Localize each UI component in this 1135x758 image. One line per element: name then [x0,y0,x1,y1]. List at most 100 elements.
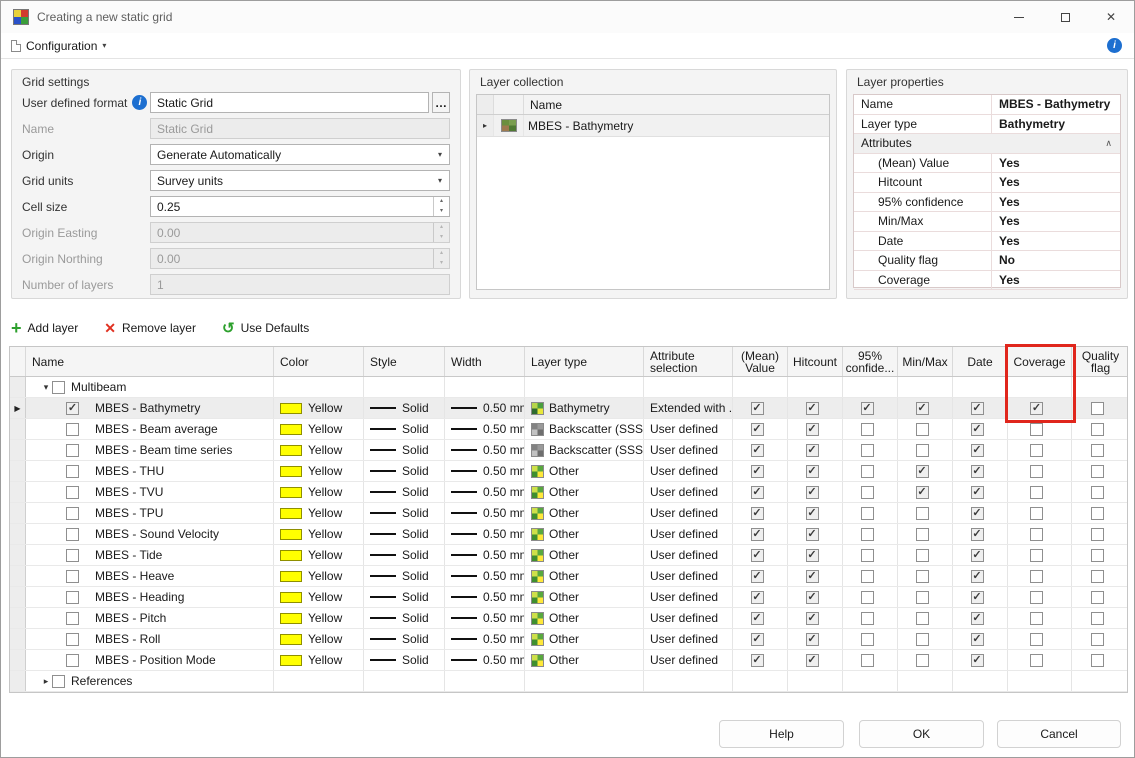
coverage-checkbox-cell[interactable] [1008,482,1072,502]
hitcount-checkbox-cell[interactable] [788,398,843,418]
width-cell[interactable]: 0.50 mm [445,545,525,565]
mean-value-checkbox-cell[interactable] [733,608,788,628]
style-cell[interactable]: Solid [364,482,445,502]
width-cell[interactable]: 0.50 mm [445,629,525,649]
hitcount-checkbox[interactable] [806,465,819,478]
table-row[interactable]: MBES - Tide Yellow Solid 0.50 mm Other U… [10,545,1127,566]
layer-collection-row[interactable]: ▸ MBES - Bathymetry [477,115,829,137]
width-cell[interactable]: 0.50 mm [445,398,525,418]
attribute-selection-cell[interactable]: User defined [644,482,733,502]
min-max-checkbox-cell[interactable] [898,461,953,481]
min-max-checkbox[interactable] [916,423,929,436]
column-header-style[interactable]: Style [364,347,445,376]
mean-value-checkbox[interactable] [751,465,764,478]
layer-type-cell[interactable]: Other [525,608,644,628]
mean-value-checkbox[interactable] [751,654,764,667]
date-checkbox[interactable] [971,612,984,625]
date-checkbox-cell[interactable] [953,419,1008,439]
confidence-checkbox[interactable] [861,423,874,436]
table-row[interactable]: MBES - TVU Yellow Solid 0.50 mm Other Us… [10,482,1127,503]
confidence-checkbox-cell[interactable] [843,524,898,544]
layer-enabled-checkbox[interactable] [66,591,79,604]
min-max-checkbox[interactable] [916,549,929,562]
hitcount-checkbox-cell[interactable] [788,650,843,670]
table-row[interactable]: MBES - THU Yellow Solid 0.50 mm Other Us… [10,461,1127,482]
attributes-section-header[interactable]: Attributes ∧ [854,134,1120,154]
layer-enabled-checkbox[interactable] [66,402,79,415]
quality-flag-checkbox-cell[interactable] [1072,545,1129,565]
column-header-attribute-selection[interactable]: Attribute selection [644,347,733,376]
mean-value-checkbox[interactable] [751,486,764,499]
hitcount-checkbox-cell[interactable] [788,461,843,481]
min-max-checkbox-cell[interactable] [898,629,953,649]
date-checkbox[interactable] [971,654,984,667]
date-checkbox-cell[interactable] [953,524,1008,544]
date-checkbox-cell[interactable] [953,629,1008,649]
min-max-checkbox[interactable] [916,465,929,478]
attribute-selection-cell[interactable]: User defined [644,545,733,565]
remove-layer-button[interactable]: ✕ Remove layer [104,320,196,337]
mean-value-checkbox-cell[interactable] [733,398,788,418]
group-checkbox[interactable] [52,381,65,394]
confidence-checkbox[interactable] [861,591,874,604]
layer-type-cell[interactable]: Other [525,503,644,523]
min-max-checkbox-cell[interactable] [898,524,953,544]
coverage-checkbox-cell[interactable] [1008,587,1072,607]
attribute-value[interactable]: Yes [992,234,1120,248]
coverage-checkbox[interactable] [1030,423,1043,436]
column-header-width[interactable]: Width [445,347,525,376]
cancel-button[interactable]: Cancel [997,720,1121,748]
hitcount-checkbox[interactable] [806,591,819,604]
date-checkbox-cell[interactable] [953,650,1008,670]
layer-enabled-checkbox[interactable] [66,465,79,478]
mean-value-checkbox-cell[interactable] [733,566,788,586]
confidence-checkbox[interactable] [861,570,874,583]
width-cell[interactable]: 0.50 mm [445,608,525,628]
column-header-date[interactable]: Date [953,347,1008,376]
hitcount-checkbox[interactable] [806,570,819,583]
hitcount-checkbox[interactable] [806,423,819,436]
mean-value-checkbox[interactable] [751,402,764,415]
color-cell[interactable]: Yellow [274,398,364,418]
color-cell[interactable]: Yellow [274,461,364,481]
mean-value-checkbox[interactable] [751,507,764,520]
min-max-checkbox[interactable] [916,402,929,415]
attribute-value[interactable]: No [992,253,1120,267]
width-cell[interactable]: 0.50 mm [445,587,525,607]
coverage-checkbox[interactable] [1030,591,1043,604]
group-row-multibeam[interactable]: ▾ Multibeam [10,377,1127,398]
layer-type-cell[interactable]: Other [525,524,644,544]
confidence-checkbox-cell[interactable] [843,440,898,460]
group-row-references[interactable]: ▸ References [10,671,1127,692]
mean-value-checkbox-cell[interactable] [733,461,788,481]
layer-type-cell[interactable]: Backscatter (SSS) [525,440,644,460]
min-max-checkbox-cell[interactable] [898,440,953,460]
spinner-buttons[interactable]: ▴ ▾ [433,197,449,216]
hitcount-checkbox[interactable] [806,486,819,499]
min-max-checkbox-cell[interactable] [898,650,953,670]
layer-type-cell[interactable]: Other [525,545,644,565]
style-cell[interactable]: Solid [364,503,445,523]
info-icon[interactable]: i [1107,38,1122,53]
style-cell[interactable]: Solid [364,545,445,565]
confidence-checkbox[interactable] [861,444,874,457]
color-cell[interactable]: Yellow [274,650,364,670]
column-header-min-max[interactable]: Min/Max [898,347,953,376]
min-max-checkbox-cell[interactable] [898,545,953,565]
color-cell[interactable]: Yellow [274,503,364,523]
confidence-checkbox-cell[interactable] [843,545,898,565]
attribute-value[interactable]: Yes [992,195,1120,209]
mean-value-checkbox[interactable] [751,423,764,436]
coverage-checkbox[interactable] [1030,570,1043,583]
layer-type-cell[interactable]: Other [525,650,644,670]
confidence-checkbox[interactable] [861,654,874,667]
origin-dropdown[interactable]: Generate Automatically ▾ [150,144,450,165]
column-header-mean-value[interactable]: (Mean) Value [733,347,788,376]
mean-value-checkbox[interactable] [751,549,764,562]
color-cell[interactable]: Yellow [274,482,364,502]
attribute-selection-cell[interactable]: User defined [644,524,733,544]
add-layer-button[interactable]: + Add layer [11,320,78,336]
style-cell[interactable]: Solid [364,398,445,418]
mean-value-checkbox[interactable] [751,444,764,457]
format-browse-button[interactable]: … [432,92,450,113]
